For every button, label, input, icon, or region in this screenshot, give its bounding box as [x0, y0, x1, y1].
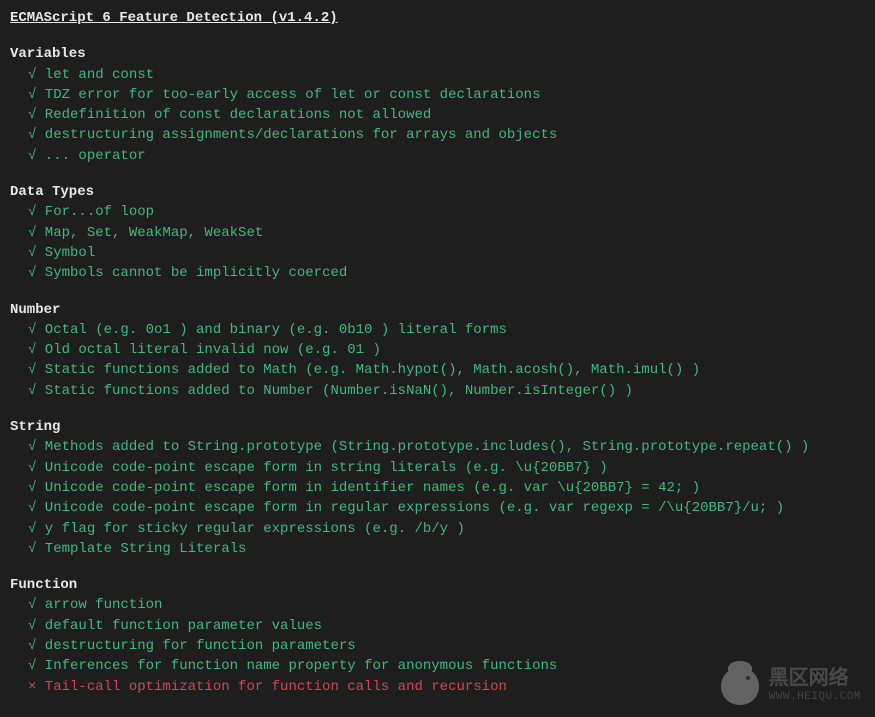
feature-text: default function parameter values	[36, 618, 322, 634]
feature-text: Old octal literal invalid now (e.g. 01 )	[36, 342, 380, 358]
feature-item: √ TDZ error for too-early access of let …	[10, 85, 865, 105]
feature-text: Symbols cannot be implicitly coerced	[36, 265, 347, 281]
feature-item: √ arrow function	[10, 595, 865, 615]
feature-item: √ Unicode code-point escape form in regu…	[10, 498, 865, 518]
feature-text: Redefinition of const declarations not a…	[36, 107, 431, 123]
feature-text: arrow function	[36, 597, 162, 613]
feature-text: Unicode code-point escape form in identi…	[36, 480, 700, 496]
feature-text: Static functions added to Math (e.g. Mat…	[36, 362, 700, 378]
feature-item: √ Static functions added to Math (e.g. M…	[10, 360, 865, 380]
feature-text: Inferences for function name property fo…	[36, 658, 557, 674]
feature-item: √ Symbol	[10, 243, 865, 263]
page-title: ECMAScript 6 Feature Detection (v1.4.2)	[10, 8, 865, 28]
feature-item: √ For...of loop	[10, 202, 865, 222]
feature-item: √ Template String Literals	[10, 539, 865, 559]
feature-text: Template String Literals	[36, 541, 246, 557]
feature-item: √ destructuring assignments/declarations…	[10, 125, 865, 145]
watermark-en: WWW.HEIQU.COM	[769, 691, 861, 703]
sections-container: Variables√ let and const√ TDZ error for …	[10, 44, 865, 697]
feature-text: ... operator	[36, 148, 145, 164]
feature-item: √ Symbols cannot be implicitly coerced	[10, 263, 865, 283]
feature-text: let and const	[36, 67, 154, 83]
feature-item: √ Unicode code-point escape form in iden…	[10, 478, 865, 498]
feature-text: Methods added to String.prototype (Strin…	[36, 439, 809, 455]
feature-text: Map, Set, WeakMap, WeakSet	[36, 225, 263, 241]
watermark-text: 黑区网络 WWW.HEIQU.COM	[769, 669, 861, 703]
feature-item: √ let and const	[10, 65, 865, 85]
feature-text: Octal (e.g. 0o1 ) and binary (e.g. 0b10 …	[36, 322, 506, 338]
feature-item: √ Map, Set, WeakMap, WeakSet	[10, 223, 865, 243]
feature-text: Tail-call optimization for function call…	[36, 679, 506, 695]
feature-item: √ Old octal literal invalid now (e.g. 01…	[10, 340, 865, 360]
section-header: Function	[10, 575, 865, 595]
feature-text: TDZ error for too-early access of let or…	[36, 87, 540, 103]
feature-text: destructuring assignments/declarations f…	[36, 127, 557, 143]
feature-text: Static functions added to Number (Number…	[36, 383, 633, 399]
feature-item: √ default function parameter values	[10, 616, 865, 636]
feature-text: For...of loop	[36, 204, 154, 220]
feature-item: √ Octal (e.g. 0o1 ) and binary (e.g. 0b1…	[10, 320, 865, 340]
feature-item: √ Unicode code-point escape form in stri…	[10, 458, 865, 478]
watermark: 黑区网络 WWW.HEIQU.COM	[721, 667, 861, 705]
feature-text: y flag for sticky regular expressions (e…	[36, 521, 464, 537]
feature-text: Symbol	[36, 245, 95, 261]
section-header: Number	[10, 300, 865, 320]
section-header: Data Types	[10, 182, 865, 202]
feature-text: Unicode code-point escape form in regula…	[36, 500, 784, 516]
section-header: String	[10, 417, 865, 437]
feature-text: Unicode code-point escape form in string…	[36, 460, 607, 476]
feature-text: destructuring for function parameters	[36, 638, 355, 654]
feature-item: √ y flag for sticky regular expressions …	[10, 519, 865, 539]
watermark-cn: 黑区网络	[769, 669, 861, 691]
mushroom-icon	[721, 667, 759, 705]
section-header: Variables	[10, 44, 865, 64]
feature-item: √ ... operator	[10, 146, 865, 166]
feature-item: √ destructuring for function parameters	[10, 636, 865, 656]
feature-item: √ Redefinition of const declarations not…	[10, 105, 865, 125]
feature-item: √ Static functions added to Number (Numb…	[10, 381, 865, 401]
feature-item: √ Methods added to String.prototype (Str…	[10, 437, 865, 457]
